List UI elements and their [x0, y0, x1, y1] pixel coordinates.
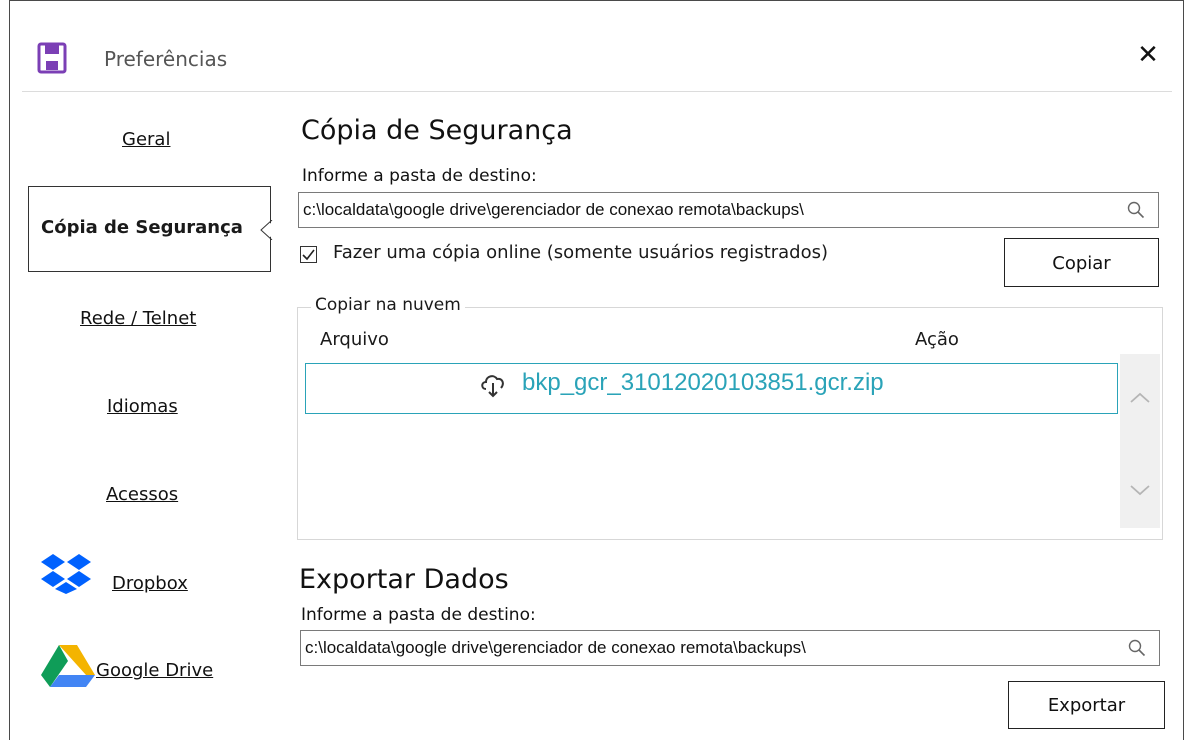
- export-path-input[interactable]: [300, 630, 1160, 666]
- column-header-acao: Ação: [915, 329, 959, 350]
- cloud-download-icon[interactable]: [479, 371, 507, 399]
- window-border-left: [9, 0, 10, 740]
- close-icon[interactable]: ✕: [1130, 38, 1166, 74]
- export-section-title: Exportar Dados: [299, 564, 509, 595]
- sidebar-item-google-drive[interactable]: Google Drive: [96, 660, 213, 681]
- checkmark-icon: [302, 249, 315, 261]
- chevron-up-icon[interactable]: [1128, 388, 1152, 408]
- cloud-copy-group: [297, 307, 1163, 540]
- sidebar-item-dropbox[interactable]: Dropbox: [112, 573, 188, 594]
- list-scrollbar[interactable]: [1120, 354, 1160, 528]
- export-dest-label: Informe a pasta de destino:: [301, 605, 536, 625]
- sidebar-item-idiomas[interactable]: Idiomas: [107, 396, 178, 417]
- column-header-arquivo: Arquivo: [320, 329, 389, 350]
- title-separator: [22, 91, 1172, 92]
- backup-dest-label: Informe a pasta de destino:: [302, 166, 537, 186]
- sidebar-item-geral[interactable]: Geral: [122, 129, 170, 150]
- cloud-file-name[interactable]: bkp_gcr_31012020103851.gcr.zip: [522, 369, 884, 397]
- active-indicator-arrow: [260, 220, 275, 240]
- window-border-top: [9, 0, 1184, 1]
- sidebar-item-rede-telnet[interactable]: Rede / Telnet: [80, 308, 196, 329]
- dropbox-icon: [41, 554, 91, 594]
- window-border-right: [1183, 0, 1184, 740]
- export-button[interactable]: Exportar: [1008, 681, 1165, 729]
- sidebar-item-label: Cópia de Segurança: [41, 217, 243, 238]
- google-drive-icon: [41, 645, 95, 687]
- copy-button[interactable]: Copiar: [1004, 238, 1159, 287]
- floppy-disk-icon: [37, 42, 67, 74]
- backup-path-input[interactable]: [298, 192, 1159, 228]
- search-icon[interactable]: [1128, 639, 1146, 657]
- online-copy-label: Fazer uma cópia online (somente usuários…: [333, 242, 829, 263]
- window-title: Preferências: [104, 47, 228, 71]
- chevron-down-icon[interactable]: [1128, 480, 1152, 500]
- online-copy-checkbox[interactable]: [300, 246, 317, 263]
- search-icon[interactable]: [1127, 201, 1145, 219]
- cloud-copy-legend: Copiar na nuvem: [311, 295, 465, 315]
- sidebar-item-acessos[interactable]: Acessos: [106, 484, 178, 505]
- backup-section-title: Cópia de Segurança: [301, 115, 573, 146]
